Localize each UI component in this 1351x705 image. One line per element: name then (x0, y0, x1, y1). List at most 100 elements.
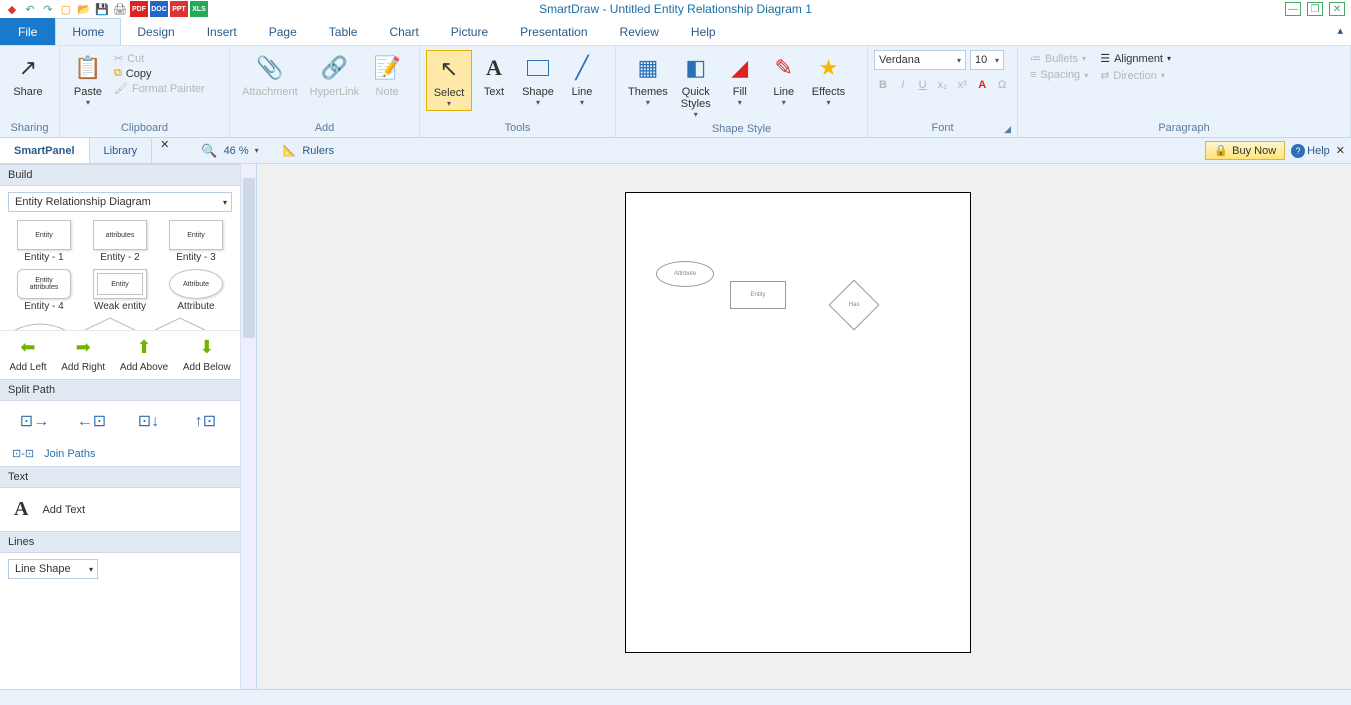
new-icon[interactable]: ▢ (58, 1, 74, 17)
tab-design[interactable]: Design (121, 18, 190, 45)
app-icon[interactable]: ◆ (4, 1, 20, 17)
dialog-launcher-icon[interactable]: ◢ (1004, 124, 1011, 135)
redo-icon[interactable]: ↷ (40, 1, 56, 17)
help-button[interactable]: ?Help (1291, 144, 1330, 158)
tab-home[interactable]: Home (55, 18, 121, 45)
scrollbar-thumb[interactable] (243, 178, 255, 338)
tab-table[interactable]: Table (313, 18, 374, 45)
shape-label: Entity - 1 (14, 252, 74, 263)
tab-insert[interactable]: Insert (191, 18, 253, 45)
line-shape-select[interactable]: Line Shape (8, 559, 98, 579)
ppt-icon[interactable]: PPT (170, 1, 188, 17)
add-text-button[interactable]: AAdd Text (0, 488, 240, 531)
cut-button[interactable]: ✂Cut (114, 52, 205, 65)
split-down-button[interactable]: ⊡↓ (129, 409, 169, 433)
line-button[interactable]: ╱Line▾ (560, 50, 604, 109)
underline-button[interactable]: U (914, 76, 932, 94)
buy-now-button[interactable]: 🔒Buy Now (1205, 141, 1285, 160)
copy-button[interactable]: ⧉Copy (114, 67, 205, 80)
side-scrollbar[interactable] (240, 164, 256, 705)
open-icon[interactable]: 📂 (76, 1, 92, 17)
doc-icon[interactable]: DOC (150, 1, 168, 17)
maximize-button[interactable]: ❐ (1307, 2, 1323, 16)
hyperlink-button[interactable]: 🔗HyperLink (304, 50, 366, 100)
canvas[interactable]: Attribute Entity Has (257, 164, 1351, 705)
share-button[interactable]: ↗ Share (6, 50, 50, 100)
ribbon-collapse-icon[interactable]: ▴ (1337, 24, 1343, 37)
fill-button[interactable]: ◢Fill▾ (718, 50, 762, 109)
direction-icon: ⇄ (1100, 69, 1109, 82)
shape-entity-4[interactable]: Entityattributes (17, 269, 71, 299)
tab-review[interactable]: Review (604, 18, 675, 45)
zoom-value[interactable]: 46 % (224, 145, 249, 157)
canvas-shape-relationship[interactable]: Has (829, 280, 880, 331)
close-button[interactable]: ✕ (1329, 2, 1345, 16)
alignment-button[interactable]: ☰Alignment▾ (1100, 52, 1171, 65)
line-style-button[interactable]: ✎Line▾ (762, 50, 806, 109)
tab-picture[interactable]: Picture (435, 18, 504, 45)
minimize-button[interactable]: — (1285, 2, 1301, 16)
canvas-shape-entity[interactable]: Entity (730, 281, 786, 309)
split-up-button[interactable]: ↑⊡ (186, 409, 226, 433)
bullets-button[interactable]: ≔Bullets▾ (1030, 52, 1088, 65)
italic-button[interactable]: I (894, 76, 912, 94)
join-paths-button[interactable]: ⊡-⊡Join Paths (0, 441, 240, 466)
shape-attribute[interactable]: Attribute (169, 269, 223, 299)
format-painter-button[interactable]: 🖌Format Painter (114, 82, 205, 95)
font-size-select[interactable]: 10 (970, 50, 1004, 70)
tab-chart[interactable]: Chart (373, 18, 434, 45)
file-menu[interactable]: File (0, 18, 55, 45)
symbol-button[interactable]: Ω (993, 76, 1011, 94)
bold-button[interactable]: B (874, 76, 892, 94)
shape-entity-2[interactable]: attributes (93, 220, 147, 250)
rulers-icon[interactable]: 📐 (283, 144, 297, 157)
help-close-button[interactable]: ✕ (1336, 144, 1345, 157)
add-below-button[interactable]: ⬇Add Below (183, 337, 231, 373)
split-right-button[interactable]: ⊡→ (15, 409, 55, 433)
attachment-button[interactable]: 📎Attachment (236, 50, 304, 100)
effects-button[interactable]: ★Effects▾ (806, 50, 851, 109)
shape-button[interactable]: Shape▾ (516, 50, 560, 109)
font-name-select[interactable]: Verdana (874, 50, 966, 70)
horizontal-scrollbar[interactable] (0, 689, 1351, 705)
note-button[interactable]: 📝Note (365, 50, 409, 100)
shape-entity-1[interactable]: Entity (17, 220, 71, 250)
shape-entity-3[interactable]: Entity (169, 220, 223, 250)
add-right-button[interactable]: ➡Add Right (61, 337, 105, 373)
print-icon[interactable]: 🖨 (112, 1, 128, 17)
add-left-button[interactable]: ⬅Add Left (9, 337, 46, 373)
select-button[interactable]: ↖Select▾ (426, 50, 472, 111)
tab-help[interactable]: Help (675, 18, 732, 45)
pdf-icon[interactable]: PDF (130, 1, 148, 17)
font-color-button[interactable]: A (973, 76, 991, 94)
canvas-shape-attribute[interactable]: Attribute (656, 261, 714, 287)
save-icon[interactable]: 💾 (94, 1, 110, 17)
undo-icon[interactable]: ↶ (22, 1, 38, 17)
panel-close-button[interactable]: ✕ (152, 138, 177, 163)
add-above-button[interactable]: ⬆Add Above (120, 337, 168, 373)
arrow-right-icon: ➡ (76, 337, 91, 358)
superscript-button[interactable]: x² (953, 76, 971, 94)
chevron-down-icon: ▾ (536, 98, 540, 107)
rulers-button[interactable]: Rulers (302, 145, 334, 157)
spacing-button[interactable]: ≡Spacing▾ (1030, 69, 1088, 81)
zoom-dropdown-icon[interactable]: ▾ (255, 146, 259, 155)
direction-button[interactable]: ⇄Direction▾ (1100, 69, 1171, 82)
cut-icon: ✂ (114, 52, 123, 65)
tab-page[interactable]: Page (253, 18, 313, 45)
tab-presentation[interactable]: Presentation (504, 18, 603, 45)
note-icon: 📝 (371, 52, 403, 84)
library-tab[interactable]: Library (90, 138, 153, 163)
zoom-icon[interactable]: 🔍 (201, 143, 217, 159)
shape-weak-entity[interactable]: Entity (93, 269, 147, 299)
template-select[interactable]: Entity Relationship Diagram (8, 192, 232, 212)
text-button[interactable]: AText (472, 50, 516, 100)
quick-styles-button[interactable]: ◧Quick Styles▾ (674, 50, 718, 121)
themes-button[interactable]: ▦Themes▾ (622, 50, 674, 109)
paste-button[interactable]: 📋 Paste ▾ (66, 50, 110, 109)
page[interactable]: Attribute Entity Has (625, 192, 971, 653)
subscript-button[interactable]: x₂ (934, 76, 952, 94)
split-left-button[interactable]: ←⊡ (72, 409, 112, 433)
xls-icon[interactable]: XLS (190, 1, 208, 17)
smartpanel-tab[interactable]: SmartPanel (0, 138, 90, 163)
